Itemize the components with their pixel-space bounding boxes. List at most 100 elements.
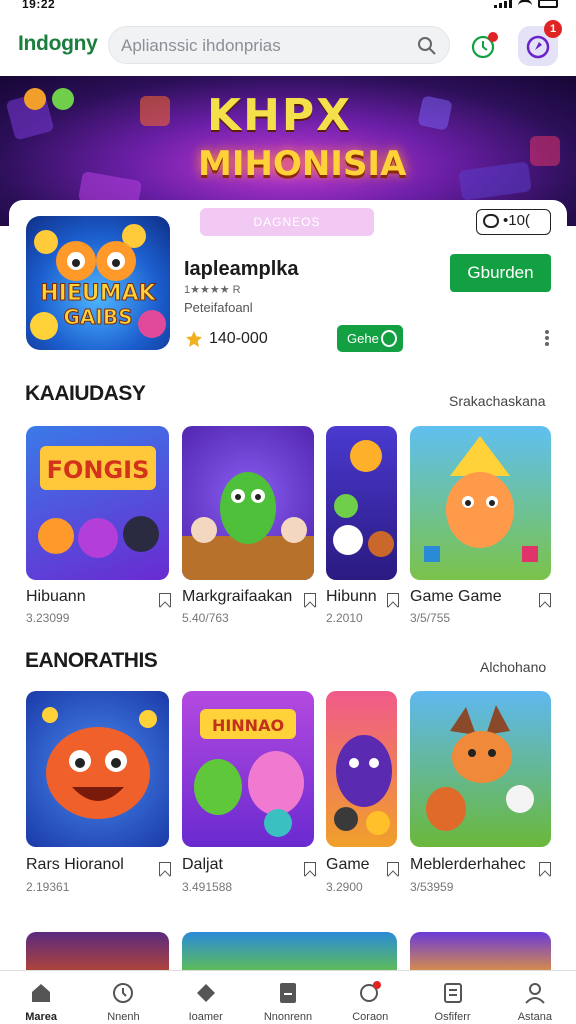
game-name-7[interactable]: Game — [326, 856, 370, 874]
bookmark-icon[interactable] — [304, 862, 316, 876]
content-card: DAGNEOS •10( HIEUMAK GAIBS Iapleamplka 1… — [9, 200, 567, 980]
game-art-4 — [424, 436, 538, 562]
bookmark-icon[interactable] — [539, 862, 551, 876]
wifi-icon — [518, 0, 532, 7]
tag-button[interactable]: Gehe — [337, 325, 403, 352]
bookmark-icon[interactable] — [539, 593, 551, 607]
game-meta-8: 3/53959 — [410, 880, 454, 894]
battery-icon — [538, 0, 558, 8]
nav-label: Coraon — [352, 1011, 389, 1023]
game-meta-4: 3/5/755 — [410, 611, 451, 625]
banner-coin — [52, 88, 74, 110]
game-name-1[interactable]: Hibuann — [26, 588, 86, 606]
profile-button[interactable]: 1 — [518, 20, 562, 66]
chat-icon — [483, 214, 499, 228]
signal-icon — [494, 0, 512, 8]
featured-game-image[interactable]: HIEUMAK GAIBS — [26, 216, 170, 350]
game-name-6[interactable]: Daljat — [182, 856, 223, 874]
nav-label: Nnenh — [107, 1011, 140, 1023]
nav-home[interactable]: Marea — [0, 971, 82, 1024]
section2-more-link[interactable]: Alchohano — [480, 659, 546, 675]
game-meta-1: 3.23099 — [26, 611, 70, 625]
game-art-8 — [426, 705, 534, 831]
search-icon[interactable] — [417, 36, 437, 56]
section1-title: KAAIUDASY — [25, 382, 146, 405]
nav-label: Astana — [517, 1011, 552, 1023]
more-options-icon[interactable] — [545, 330, 549, 346]
star-icon — [186, 331, 202, 347]
featured-count: 140-000 — [209, 330, 268, 347]
section1-more-link[interactable]: Srakachaskana — [449, 393, 546, 409]
featured-rating: 1★★★★ R — [184, 284, 241, 296]
status-bar: 19:22 — [0, 0, 576, 14]
nav-games[interactable]: Ioamer — [165, 971, 247, 1024]
game-art-6-text: HINNAO — [212, 716, 284, 735]
game-meta-5: 2.19361 — [26, 880, 70, 894]
bookmark-icon[interactable] — [159, 862, 171, 876]
bottom-nav: Marea Nnenh Ioamer Nnonrenn Coraon Osfif… — [0, 970, 576, 1024]
library-icon — [279, 983, 296, 1003]
games-icon — [196, 984, 215, 1002]
game-meta-7: 3.2900 — [326, 880, 363, 894]
nav-label: Ioamer — [188, 1011, 223, 1023]
featured-title[interactable]: Iapleamplka — [184, 258, 299, 281]
nav-explore[interactable]: Nnenh — [82, 971, 164, 1024]
install-button[interactable]: Gburden — [450, 254, 551, 292]
game-tile-1[interactable]: FONGIS — [26, 426, 169, 580]
game-tile-6[interactable]: HINNAO — [182, 691, 314, 847]
banner-decor — [458, 161, 532, 201]
bookmark-icon[interactable] — [159, 593, 171, 607]
explore-icon — [113, 983, 134, 1003]
game-name-4[interactable]: Game Game — [410, 588, 502, 606]
game-name-2[interactable]: Markgraifaakan — [182, 588, 292, 606]
profile-badge: 1 — [544, 20, 562, 38]
tag-label: Gehe — [347, 331, 379, 346]
game-name-8[interactable]: Meblerderhahec — [410, 856, 526, 874]
nav-profile[interactable]: Astana — [494, 971, 576, 1024]
chat-button[interactable]: •10( — [476, 209, 551, 235]
game-art-7 — [334, 735, 392, 835]
nav-list[interactable]: Osfiferr — [411, 971, 493, 1024]
section2-title: EANORATHIS — [25, 649, 158, 672]
game-name-5[interactable]: Rars Hioranol — [26, 856, 124, 874]
app-logo[interactable]: Indogny — [18, 32, 98, 56]
bookmark-icon[interactable] — [387, 862, 399, 876]
bookmark-icon[interactable] — [304, 593, 316, 607]
notification-button[interactable] — [468, 30, 500, 62]
banner-logo-top: KHPX — [207, 90, 353, 141]
game-art-1: FONGIS — [38, 446, 159, 558]
banner-decor — [417, 95, 453, 131]
game-art-2 — [182, 472, 314, 580]
game-art-5 — [42, 707, 157, 819]
featured-art-title-line2: GAIBS — [64, 305, 133, 329]
status-icons — [494, 0, 558, 8]
game-tile-4[interactable] — [410, 426, 551, 580]
lock-icon — [381, 330, 397, 347]
game-tile-5[interactable] — [26, 691, 169, 847]
nav-label: Nnonrenn — [263, 1011, 313, 1023]
banner-logo-bottom: MIHONISIA — [198, 144, 407, 184]
app-header: Indogny Aplianssic ihdonprias 1 — [0, 14, 576, 76]
banner-decor — [530, 136, 560, 166]
chat-icon — [360, 981, 382, 1002]
featured-game-art: HIEUMAK GAIBS — [30, 224, 166, 340]
game-art-1-text: FONGIS — [47, 456, 150, 484]
game-tile-3[interactable] — [326, 426, 397, 580]
chat-label: •10( — [503, 212, 530, 229]
banner-decor — [140, 96, 170, 126]
game-meta-2: 5.40/763 — [182, 611, 229, 625]
game-name-3[interactable]: Hibunn — [326, 588, 377, 606]
search-bar[interactable]: Aplianssic ihdonprias — [108, 26, 450, 64]
bookmark-icon[interactable] — [387, 593, 399, 607]
status-time: 19:22 — [22, 0, 56, 11]
game-meta-3: 2.2010 — [326, 611, 363, 625]
profile-icon — [525, 983, 545, 1004]
featured-art-title-line1: HIEUMAK — [40, 281, 156, 306]
nav-library[interactable]: Nnonrenn — [247, 971, 329, 1024]
search-input[interactable]: Aplianssic ihdonprias — [121, 36, 281, 56]
game-tile-2[interactable] — [182, 426, 314, 580]
nav-label: Osfiferr — [434, 1011, 471, 1023]
game-tile-8[interactable] — [410, 691, 551, 847]
nav-chat[interactable]: Coraon — [329, 971, 411, 1024]
game-tile-7[interactable] — [326, 691, 397, 847]
